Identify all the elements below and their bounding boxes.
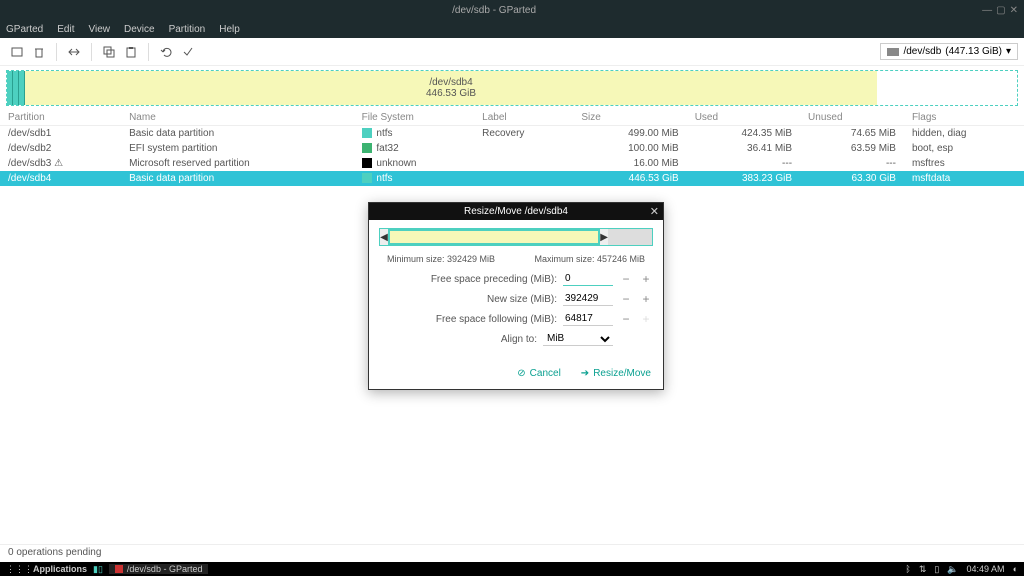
table-row[interactable]: /dev/sdb4Basic data partition ntfs446.53… (0, 171, 1024, 186)
menu-view[interactable]: View (88, 24, 110, 35)
applications-menu-icon[interactable]: ⋮⋮⋮ (6, 564, 33, 575)
preceding-input[interactable] (563, 272, 613, 286)
network-icon[interactable]: ⇅ (919, 564, 927, 575)
paste-icon[interactable] (120, 41, 142, 63)
menu-edit[interactable]: Edit (57, 24, 74, 35)
col-unused[interactable]: Unused (800, 110, 904, 126)
col-label[interactable]: Label (474, 110, 573, 126)
menu-device[interactable]: Device (124, 24, 155, 35)
undo-icon[interactable] (155, 41, 177, 63)
chevron-down-icon: ▾ (1006, 46, 1011, 57)
following-label: Free space following (MiB): (379, 314, 557, 325)
bluetooth-icon[interactable]: ᛒ (905, 564, 910, 574)
fs-swatch (362, 128, 372, 138)
warning-icon: ⚠ (54, 158, 63, 169)
device-selector[interactable]: /dev/sdb (447.13 GiB) ▾ (880, 43, 1018, 60)
resize-handle-right[interactable]: ▶ (600, 229, 608, 245)
cancel-icon: ⊘ (517, 368, 525, 379)
preceding-plus[interactable]: + (639, 272, 653, 286)
device-size: (447.13 GiB) (945, 46, 1002, 57)
resize-visualizer[interactable]: ◀ ▶ (379, 228, 653, 246)
cancel-button[interactable]: ⊘ Cancel (517, 368, 561, 379)
menubar: GParted Edit View Device Partition Help (0, 20, 1024, 38)
apply-icon[interactable] (177, 41, 199, 63)
window-close-button[interactable]: ✕ (1010, 5, 1018, 16)
dialog-titlebar[interactable]: Resize/Move /dev/sdb4 ✕ (369, 203, 663, 220)
status-text: 0 operations pending (8, 547, 101, 558)
resize-move-dialog: Resize/Move /dev/sdb4 ✕ ◀ ▶ Minimum size… (368, 202, 664, 390)
window-minimize-button[interactable]: — (982, 5, 992, 16)
col-name[interactable]: Name (121, 110, 354, 126)
resize-handle-left[interactable]: ◀ (380, 229, 388, 245)
window-maximize-button[interactable]: ▢ (996, 5, 1005, 16)
task-label: /dev/sdb - GParted (127, 564, 203, 574)
diskmap-free-space[interactable] (877, 71, 1017, 105)
applications-menu[interactable]: Applications (33, 564, 87, 574)
user-menu-icon[interactable]: ◐ (1013, 564, 1018, 574)
resize-following-region[interactable] (608, 229, 652, 245)
battery-icon[interactable]: ▯ (934, 564, 939, 575)
taskbar: ⋮⋮⋮ Applications ▮▯ /dev/sdb - GParted ᛒ… (0, 562, 1024, 576)
col-flags[interactable]: Flags (904, 110, 1024, 126)
preceding-label: Free space preceding (MiB): (379, 274, 557, 285)
max-size-label: Maximum size: 457246 MiB (534, 254, 645, 264)
dialog-title: Resize/Move /dev/sdb4 (464, 206, 568, 217)
disk-icon (887, 48, 899, 56)
fs-swatch (362, 158, 372, 168)
align-label: Align to: (379, 334, 537, 345)
dialog-close-button[interactable]: ✕ (650, 205, 659, 218)
task-gparted[interactable]: /dev/sdb - GParted (109, 564, 209, 574)
menu-partition[interactable]: Partition (169, 24, 206, 35)
col-size[interactable]: Size (573, 110, 686, 126)
device-label: /dev/sdb (903, 46, 941, 57)
following-plus[interactable]: + (639, 312, 653, 326)
following-input[interactable] (563, 312, 613, 326)
col-filesystem[interactable]: File System (354, 110, 475, 126)
fs-swatch (362, 173, 372, 183)
table-row[interactable]: /dev/sdb3 ⚠Microsoft reserved partition … (0, 156, 1024, 171)
window-titlebar: /dev/sdb - GParted — ▢ ✕ (0, 0, 1024, 20)
newsize-label: New size (MiB): (379, 294, 557, 305)
diskmap-part-label: /dev/sdb4 (429, 77, 472, 88)
disk-map[interactable]: /dev/sdb4 446.53 GiB (6, 70, 1018, 106)
newsize-minus[interactable]: − (619, 292, 633, 306)
table-row[interactable]: /dev/sdb1Basic data partition ntfsRecove… (0, 126, 1024, 142)
status-bar: 0 operations pending (0, 544, 1024, 562)
col-partition[interactable]: Partition (0, 110, 121, 126)
apply-arrow-icon: ➔ (581, 368, 589, 379)
copy-icon[interactable] (98, 41, 120, 63)
volume-icon[interactable]: 🔈 (947, 564, 958, 575)
align-select[interactable]: MiB (543, 332, 613, 346)
toolbar: /dev/sdb (447.13 GiB) ▾ (0, 38, 1024, 66)
diskmap-part-sdb4[interactable]: /dev/sdb4 446.53 GiB (25, 71, 877, 105)
min-size-label: Minimum size: 392429 MiB (387, 254, 495, 264)
gparted-task-icon (115, 565, 123, 573)
diskmap-part-size: 446.53 GiB (426, 88, 476, 99)
resize-move-button[interactable]: ➔ Resize/Move (581, 368, 651, 379)
new-partition-icon[interactable] (6, 41, 28, 63)
delete-icon[interactable] (28, 41, 50, 63)
resize-used-region[interactable] (388, 229, 600, 245)
menu-help[interactable]: Help (219, 24, 240, 35)
workspace-switcher[interactable]: ▮▯ (93, 564, 103, 575)
preceding-minus[interactable]: − (619, 272, 633, 286)
resize-move-icon[interactable] (63, 41, 85, 63)
partition-table: Partition Name File System Label Size Us… (0, 110, 1024, 186)
col-used[interactable]: Used (687, 110, 800, 126)
menu-gparted[interactable]: GParted (6, 24, 43, 35)
newsize-plus[interactable]: + (639, 292, 653, 306)
following-minus[interactable]: − (619, 312, 633, 326)
table-row[interactable]: /dev/sdb2EFI system partition fat32100.0… (0, 141, 1024, 156)
clock[interactable]: 04:49 AM (967, 564, 1005, 574)
window-title: /dev/sdb - GParted (6, 5, 982, 16)
newsize-input[interactable] (563, 292, 613, 306)
fs-swatch (362, 143, 372, 153)
